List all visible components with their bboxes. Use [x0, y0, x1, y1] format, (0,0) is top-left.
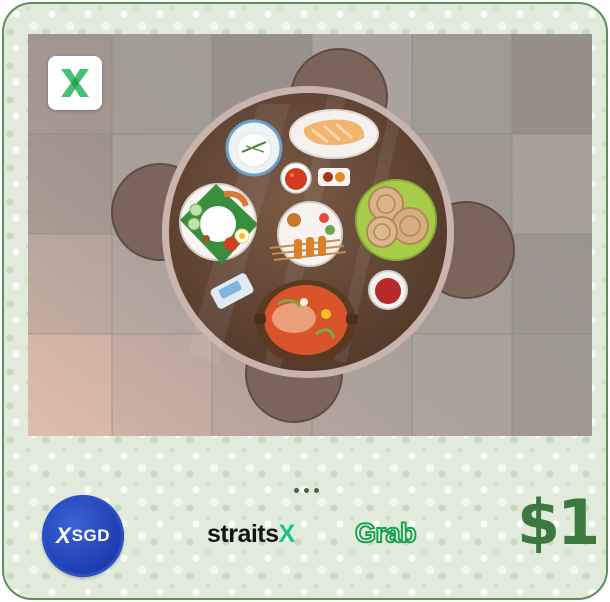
straitsx-logo-badge [48, 56, 102, 110]
food-table-illustration [28, 34, 592, 436]
ellipsis-dots-icon [294, 488, 299, 493]
straitsx-wordmark-main: straits [207, 520, 279, 548]
xsgd-x-mark: X [55, 523, 71, 548]
grab-wordmark: Grab [354, 517, 418, 549]
straitsx-wordmark: straitsX [207, 520, 295, 549]
rice-bowl-icon [225, 119, 283, 177]
price-label: $1 [517, 486, 600, 559]
carousel-dots[interactable] [294, 488, 319, 493]
ellipsis-dot [314, 488, 319, 493]
ellipsis-dot [304, 488, 309, 493]
xsgd-token-badge: X SGD [42, 495, 124, 577]
xsgd-label: SGD [71, 526, 111, 545]
food-table-svg [28, 34, 592, 436]
straitsx-x-logo-icon [61, 69, 89, 97]
straitsx-wordmark-accent: X [278, 520, 296, 548]
chicken-plate-icon [289, 109, 379, 159]
promo-card: X SGD straitsX Grab $1 [2, 2, 608, 600]
curry-dip-icon [368, 270, 408, 310]
roti-prata-plate-icon [355, 179, 437, 261]
